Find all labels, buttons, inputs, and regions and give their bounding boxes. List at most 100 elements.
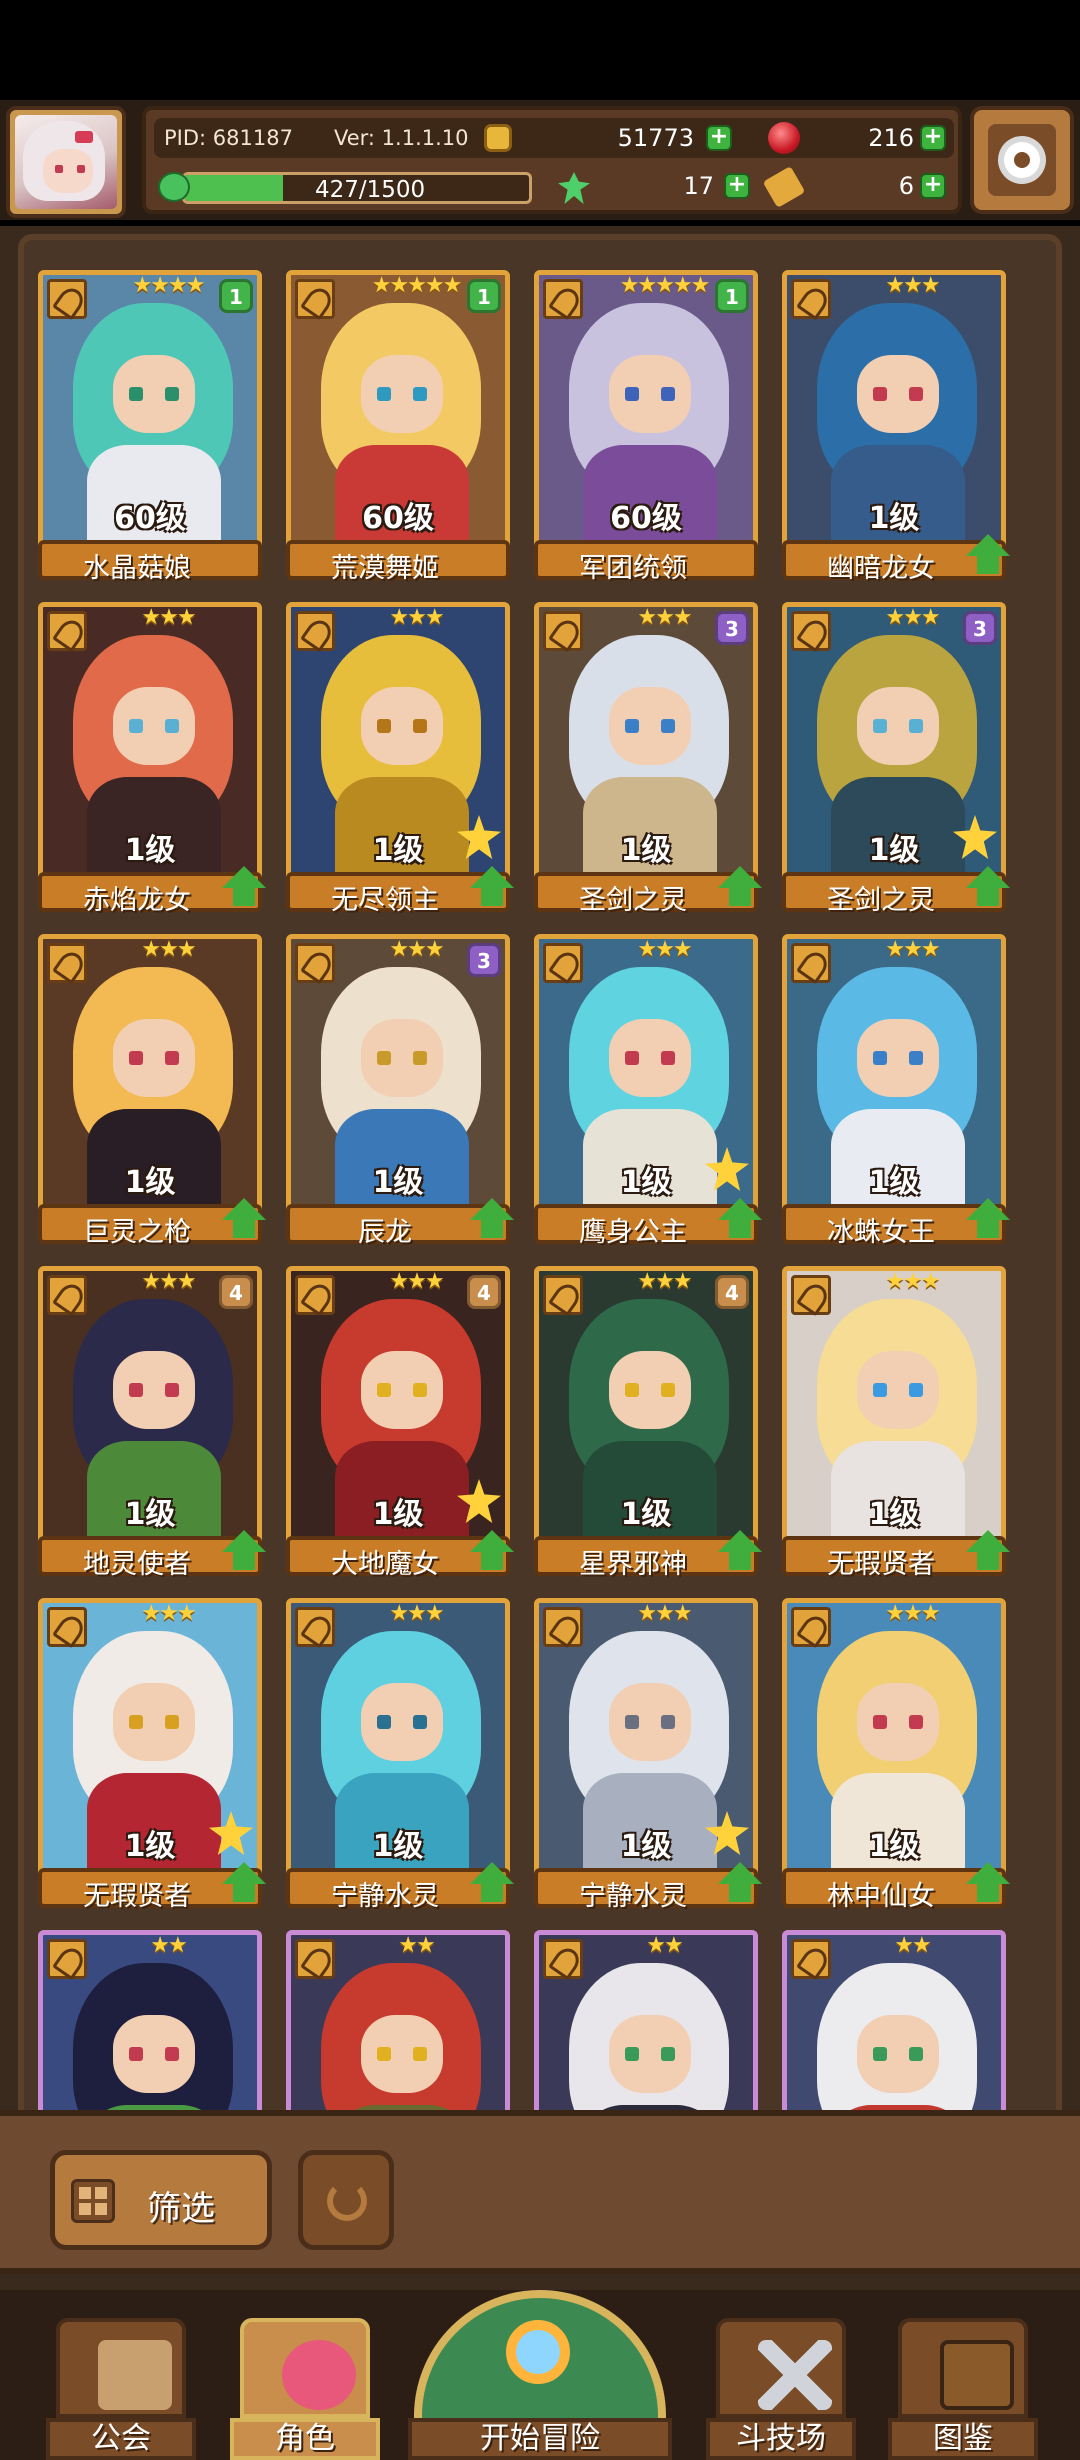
name-plate: 赤焰龙女 xyxy=(38,872,262,916)
character-card[interactable]: ★★★ 4 1级 地灵使者 xyxy=(38,1266,266,1580)
character-card[interactable]: ★★★ 3 1级 圣剑之灵 xyxy=(534,602,762,916)
card-frame: ★★★★ 1 60级 xyxy=(38,270,262,560)
character-grid: ★★★★ 1 60级 水晶菇娘 ★★★★★ 1 60级 荒漠舞姬 ★★★★★ 1 60级 军团统领 ★★… xyxy=(18,234,1062,2116)
character-name: 幽暗龙女 xyxy=(827,553,935,584)
star-rating: ★★ xyxy=(150,1933,187,1958)
card-frame: ★★ xyxy=(286,1930,510,2116)
energy-bar: 427/1500 xyxy=(182,172,532,204)
character-name: 辰龙 xyxy=(358,1217,412,1248)
add-gold-button[interactable]: + xyxy=(706,125,732,151)
weapon-class-icon xyxy=(791,1939,831,1979)
star-rating: ★★★ xyxy=(637,1601,692,1626)
character-card[interactable]: ★★★ 1级 林中仙女 xyxy=(782,1598,1010,1912)
rank-badge: 1 xyxy=(467,279,501,313)
nav-start-adventure[interactable]: 开始冒险 xyxy=(408,2290,672,2460)
weapon-class-icon xyxy=(791,943,831,983)
character-card[interactable]: ★★★ 1级 无尽领主 xyxy=(286,602,514,916)
energy-text: 427/1500 xyxy=(315,177,426,203)
character-card[interactable]: ★★★ 4 1级 星界邪神 xyxy=(534,1266,762,1580)
character-card[interactable]: ★★★ 1级 无瑕贤者 xyxy=(782,1266,1010,1580)
card-frame: ★★★ 3 1级 xyxy=(534,602,758,892)
weapon-class-icon xyxy=(791,279,831,319)
character-card[interactable]: ★★ xyxy=(286,1930,510,2116)
key-count: 6 xyxy=(898,172,914,200)
card-frame: ★★★ 4 1级 xyxy=(38,1266,262,1556)
weapon-class-icon xyxy=(543,611,583,651)
card-frame: ★★★ 1级 xyxy=(38,1598,262,1888)
star-rating: ★★ xyxy=(398,1933,435,1958)
card-frame: ★★★ 1级 xyxy=(286,602,510,892)
add-gem-button[interactable]: + xyxy=(920,125,946,151)
weapon-class-icon xyxy=(47,279,87,319)
weapon-class-icon xyxy=(295,279,335,319)
nav-arena-label: 斗技场 xyxy=(706,2418,856,2460)
filter-button-label: 筛选 xyxy=(147,2189,215,2229)
character-card[interactable]: ★★ xyxy=(534,1930,758,2116)
weapon-class-icon xyxy=(47,1607,87,1647)
weapon-class-icon xyxy=(47,943,87,983)
nav-arena[interactable]: 斗技场 xyxy=(706,2318,856,2460)
rank-badge: 1 xyxy=(219,279,253,313)
reset-filter-button[interactable] xyxy=(298,2150,394,2250)
character-card[interactable]: ★★★★★ 1 60级 荒漠舞姬 xyxy=(286,270,510,584)
character-card[interactable]: ★★ xyxy=(782,1930,1006,2116)
character-card[interactable]: ★★★ 1级 鹰身公主 xyxy=(534,934,762,1248)
weapon-class-icon xyxy=(791,1275,831,1315)
character-level: 1级 xyxy=(124,833,176,868)
book-icon xyxy=(940,2340,1014,2410)
guild-hall-icon xyxy=(98,2340,172,2410)
star-rating: ★★★ xyxy=(141,605,196,630)
character-card[interactable]: ★★★ 1级 巨灵之枪 xyxy=(38,934,266,1248)
weapon-class-icon xyxy=(791,611,831,651)
card-frame: ★★★ 4 1级 xyxy=(286,1266,510,1556)
character-card[interactable]: ★★★ 3 1级 圣剑之灵 xyxy=(782,602,1010,916)
filter-button[interactable]: 筛选 xyxy=(50,2150,272,2250)
character-card[interactable]: ★★★ 1级 幽暗龙女 xyxy=(782,270,1010,584)
character-name: 星界邪神 xyxy=(579,1549,687,1580)
character-card[interactable]: ★★★★★ 1 60级 军团统领 xyxy=(534,270,758,584)
nav-guild-label: 公会 xyxy=(46,2418,196,2460)
character-card[interactable]: ★★★ 1级 宁静水灵 xyxy=(534,1598,762,1912)
bottom-navigation: 公会 角色 开始冒险 斗技场 图鉴 xyxy=(0,2290,1080,2460)
card-frame: ★★ xyxy=(782,1930,1006,2116)
card-frame: ★★★★★ 1 60级 xyxy=(534,270,758,560)
character-card[interactable]: ★★★ 1级 宁静水灵 xyxy=(286,1598,514,1912)
card-frame: ★★★ 1级 xyxy=(38,602,262,892)
add-key-button[interactable]: + xyxy=(920,173,946,199)
character-card[interactable]: ★★★ 1级 无瑕贤者 xyxy=(38,1598,266,1912)
weapon-class-icon xyxy=(543,1607,583,1647)
gold-coin-icon xyxy=(484,124,512,152)
character-card[interactable]: ★★ xyxy=(38,1930,262,2116)
card-frame: ★★★ 1级 xyxy=(38,934,262,1224)
star-rating: ★★ xyxy=(894,1933,931,1958)
character-name: 无尽领主 xyxy=(331,885,439,916)
character-card[interactable]: ★★★ 1级赤焰龙女 xyxy=(38,602,266,916)
rank-badge: 3 xyxy=(467,943,501,977)
card-frame: ★★★ 4 1级 xyxy=(534,1266,758,1556)
star-rating: ★★★ xyxy=(885,1269,940,1294)
add-clover-button[interactable]: + xyxy=(724,173,750,199)
settings-button[interactable] xyxy=(970,106,1074,214)
name-plate: 宁静水灵 xyxy=(534,1868,758,1912)
magnifier-icon xyxy=(506,2320,570,2384)
name-plate: 宁静水灵 xyxy=(286,1868,510,1912)
weapon-class-icon xyxy=(47,1939,87,1979)
name-plate: 林中仙女 xyxy=(782,1868,1006,1912)
star-rating: ★★★ xyxy=(389,605,444,630)
weapon-class-icon xyxy=(47,1275,87,1315)
character-card[interactable]: ★★★★ 1 60级 水晶菇娘 xyxy=(38,270,262,584)
character-card[interactable]: ★★★ 3 1级 辰龙 xyxy=(286,934,514,1248)
star-rating: ★★★ xyxy=(885,273,940,298)
player-avatar[interactable] xyxy=(6,106,126,218)
card-frame: ★★★ 1级 xyxy=(534,934,758,1224)
star-rating: ★★★ xyxy=(637,1269,692,1294)
card-frame: ★★★ 3 1级 xyxy=(286,934,510,1224)
nav-characters[interactable]: 角色 xyxy=(230,2318,380,2460)
star-rating: ★★★ xyxy=(141,1269,196,1294)
red-gem-icon xyxy=(768,122,800,154)
character-card[interactable]: ★★★ 1级 冰蛛女王 xyxy=(782,934,1010,1248)
nav-guild[interactable]: 公会 xyxy=(46,2318,196,2460)
character-card[interactable]: ★★★ 4 1级 大地魔女 xyxy=(286,1266,514,1580)
character-level: 60级 xyxy=(114,501,186,536)
nav-codex[interactable]: 图鉴 xyxy=(888,2318,1038,2460)
